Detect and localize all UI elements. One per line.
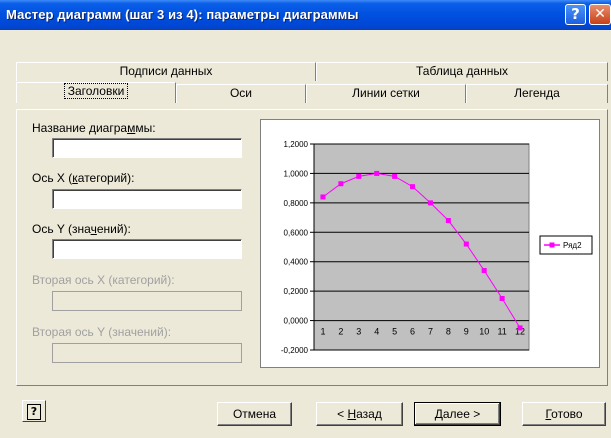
tab-label: Линии сетки: [352, 86, 420, 100]
x-tick-label: 6: [410, 327, 415, 337]
x-tick-label: 9: [464, 327, 469, 337]
legend-label: Ряд2: [563, 241, 582, 250]
next-button[interactable]: Далее >: [414, 402, 501, 426]
chart-svg: 1,2000 1,0000 0,8000 0,6000 0,4000 0,2000 0,00…: [281, 140, 593, 355]
plot-area: [313, 143, 530, 351]
tab-label: Подписи данных: [119, 64, 213, 78]
x-tick-label: 8: [446, 327, 451, 337]
tab-gridlines[interactable]: Линии сетки: [306, 84, 466, 103]
x-tick-label: 5: [392, 327, 397, 337]
tab-data-table[interactable]: Таблица данных: [316, 62, 608, 81]
x-tick-label: 7: [428, 327, 433, 337]
y-tick-label: 1,0000: [284, 169, 309, 178]
y-axis-input[interactable]: [52, 239, 242, 259]
tab-data-labels[interactable]: Подписи данных: [16, 62, 316, 81]
x-tick-label: 2: [338, 327, 343, 337]
chart-preview: 1,2000 1,0000 0,8000 0,6000 0,4000 0,2000 0,00…: [260, 119, 600, 368]
tabs-back-row: Подписи данных Таблица данных: [16, 62, 608, 81]
cancel-button[interactable]: Отмена: [217, 402, 292, 426]
data-point: [392, 173, 398, 179]
close-button[interactable]: ✕: [589, 4, 611, 25]
x-axis-label: Ось X (категорий):: [32, 171, 135, 185]
data-point: [517, 325, 523, 331]
y-tick-label: 1,2000: [284, 140, 309, 149]
y-tick-label: 0,8000: [284, 199, 309, 208]
x-tick-label: 10: [479, 327, 489, 337]
data-point: [374, 170, 380, 176]
tab-label: Заголовки: [63, 83, 129, 99]
data-point: [481, 268, 487, 274]
x2-axis-label: Вторая ось X (категорий):: [32, 273, 175, 287]
x-tick-label: 1: [320, 327, 325, 337]
data-point: [427, 200, 433, 206]
data-point: [463, 241, 469, 247]
tab-label: Легенда: [514, 86, 560, 100]
data-point: [338, 181, 344, 187]
tab-titles[interactable]: Заголовки: [16, 82, 176, 103]
chart-title-input[interactable]: [52, 138, 242, 158]
data-point: [410, 184, 416, 190]
data-point: [445, 218, 451, 224]
tab-label: Таблица данных: [416, 64, 508, 78]
y-tick-label: 0,6000: [284, 228, 309, 237]
y-axis-label: Ось Y (значений):: [32, 222, 131, 236]
y-tick-label: 0,0000: [284, 317, 309, 326]
x-tick-label: 3: [356, 327, 361, 337]
y-tick-label: 0,4000: [284, 258, 309, 267]
help-icon: ?: [27, 404, 41, 420]
y-tick-label: -0,2000: [281, 346, 309, 355]
help-button[interactable]: ?: [22, 400, 46, 422]
chart-title-label: Название диаграммы:: [32, 121, 156, 135]
tab-axes[interactable]: Оси: [176, 84, 306, 103]
title-bar: Мастер диаграмм (шаг 3 из 4): параметры …: [0, 0, 611, 30]
back-button[interactable]: < Назад: [316, 402, 403, 426]
x-axis-input[interactable]: [52, 189, 242, 209]
data-point: [499, 296, 505, 301]
window-title: Мастер диаграмм (шаг 3 из 4): параметры …: [6, 7, 359, 22]
x-tick-label: 4: [374, 327, 379, 337]
tab-legend[interactable]: Легенда: [466, 84, 608, 103]
tab-label: Оси: [229, 86, 253, 100]
x2-axis-input: [52, 291, 242, 311]
help-title-button[interactable]: ?: [565, 4, 586, 25]
y2-axis-label: Вторая ось Y (значений):: [32, 325, 172, 339]
legend-marker: [549, 242, 555, 248]
data-point: [320, 194, 326, 200]
finish-button[interactable]: Готово: [522, 402, 606, 426]
y-tick-label: 0,2000: [284, 287, 309, 296]
data-point: [356, 173, 362, 179]
x-tick-label: 11: [497, 327, 506, 337]
y2-axis-input: [52, 343, 242, 363]
tabs-front-row: Заголовки Оси Линии сетки Легенда: [16, 82, 608, 103]
